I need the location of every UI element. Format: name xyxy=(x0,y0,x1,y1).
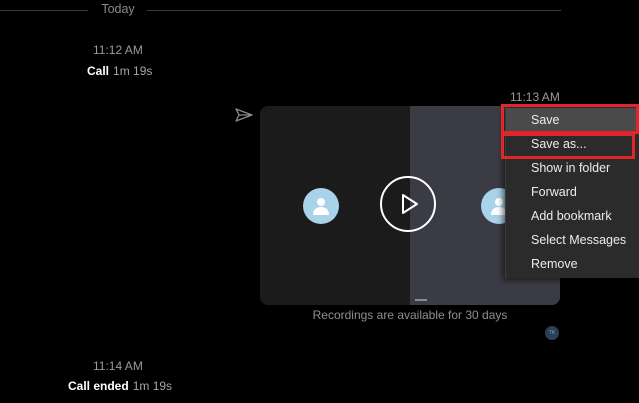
call-duration: 1m 19s xyxy=(132,379,173,393)
divider-line-left xyxy=(0,10,88,11)
play-button[interactable] xyxy=(380,176,436,232)
message-time: 11:12 AM xyxy=(93,43,143,57)
call-duration: 1m 19s xyxy=(113,64,153,78)
call-ended-event: Call ended 1m 19s xyxy=(68,379,172,393)
menu-item-save[interactable]: Save xyxy=(506,108,639,132)
date-divider-label: Today xyxy=(101,2,135,16)
call-event: Call 1m 19s xyxy=(87,64,152,78)
recording-time: 11:13 AM xyxy=(510,90,560,104)
menu-item-save-as[interactable]: Save as... xyxy=(506,132,639,156)
menu-item-remove[interactable]: Remove xyxy=(506,252,639,276)
send-icon[interactable] xyxy=(235,108,253,122)
divider-line-right xyxy=(147,10,561,11)
participant-name-tag xyxy=(415,299,427,301)
context-menu: Save Save as... Show in folder Forward A… xyxy=(505,106,639,278)
menu-item-add-bookmark[interactable]: Add bookmark xyxy=(506,204,639,228)
play-icon xyxy=(402,194,418,214)
menu-item-forward[interactable]: Forward xyxy=(506,180,639,204)
menu-item-select-messages[interactable]: Select Messages xyxy=(506,228,639,252)
participant-avatar xyxy=(303,188,339,224)
call-event-label: Call xyxy=(87,64,110,78)
recording-note: Recordings are available for 30 days xyxy=(312,308,508,322)
message-time: 11:14 AM xyxy=(93,359,143,373)
seen-avatar: TK xyxy=(545,326,559,340)
menu-item-show-in-folder[interactable]: Show in folder xyxy=(506,156,639,180)
call-event-label: Call ended xyxy=(68,379,129,393)
